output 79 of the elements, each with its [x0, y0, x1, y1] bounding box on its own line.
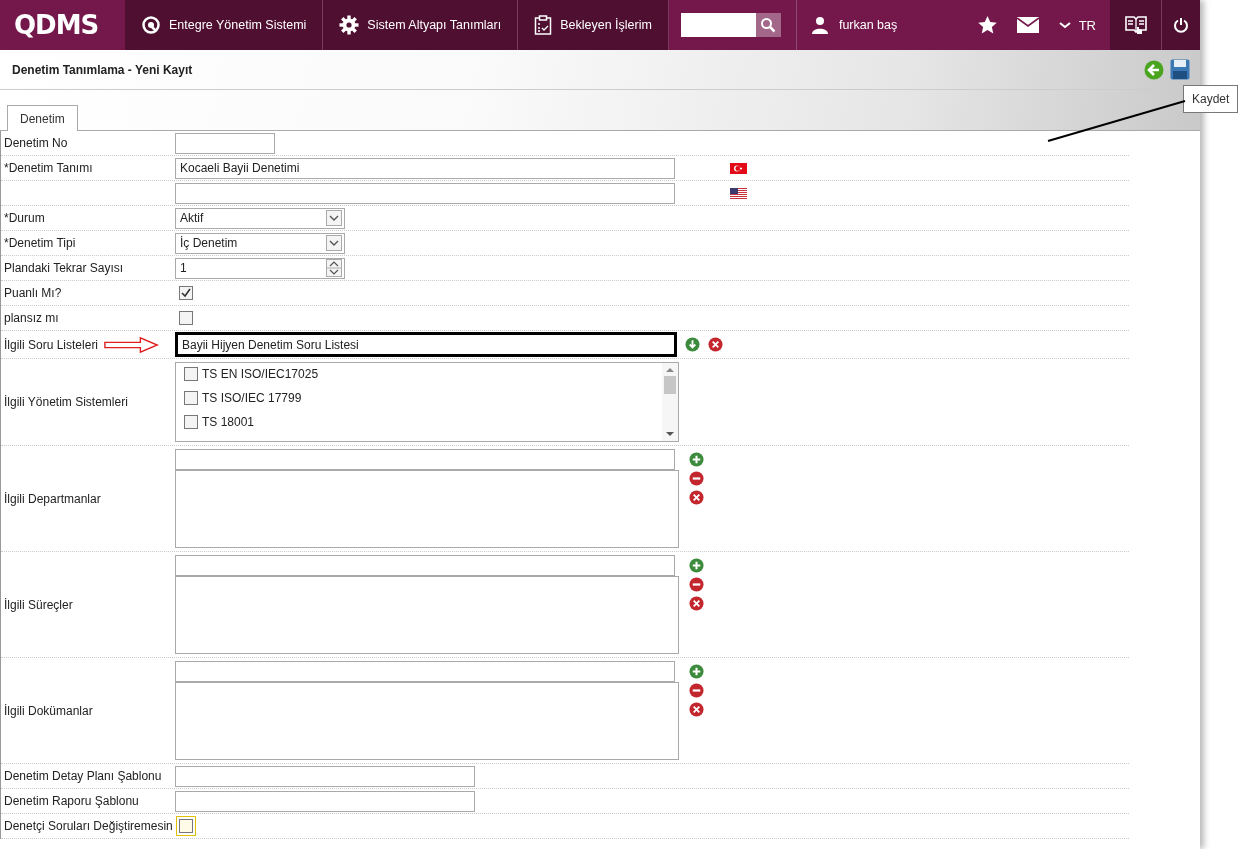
search-field[interactable] [175, 449, 675, 470]
checkbox[interactable] [179, 311, 193, 325]
save-icon[interactable] [1170, 59, 1190, 80]
logo[interactable]: QDMS [14, 10, 99, 40]
scroll-down-icon[interactable] [666, 431, 674, 437]
field-label: Plandaki Tekrar Sayısı [4, 261, 124, 275]
remove-icon[interactable] [689, 577, 704, 592]
scroll-up-icon[interactable] [666, 367, 674, 373]
tooltip: Kaydet [1183, 85, 1239, 113]
mail-icon[interactable] [1016, 17, 1039, 33]
page-title: Denetim Tanımlama - Yeni Kayıt [12, 62, 193, 77]
download-icon[interactable] [685, 337, 700, 352]
delete-icon[interactable] [689, 596, 704, 611]
field-label: İlgili Soru Listeleri [4, 337, 99, 352]
chevron-down-icon [1058, 21, 1071, 29]
field-label: İlgili Departmanlar [4, 491, 101, 506]
field-label: Denetim Detay Planı Şablonu [4, 769, 162, 783]
spinner-icon[interactable] [326, 259, 342, 277]
language-selector[interactable]: TR [1058, 17, 1096, 33]
nav-menu-item[interactable]: Entegre Yönetim Sistemi [125, 0, 324, 50]
field-label: İlgili Süreçler [4, 597, 73, 612]
flag-icon[interactable] [730, 187, 747, 199]
star-icon[interactable] [977, 16, 997, 34]
settings-icon [339, 15, 360, 35]
field-label: *Denetim Tanımı [4, 161, 93, 175]
q-logo-icon [141, 15, 161, 35]
delete-icon[interactable] [708, 337, 723, 352]
search-field[interactable] [175, 555, 675, 576]
search-field[interactable] [175, 661, 675, 682]
chevron-down-icon [326, 210, 342, 226]
nav-menu-item[interactable]: Bekleyen İşlerim [518, 0, 669, 50]
user-icon [810, 16, 829, 34]
checkbox[interactable] [179, 819, 193, 833]
checkbox-option[interactable]: TS EN ISO/IEC17025 [184, 367, 662, 381]
dropdown[interactable]: İç Denetim [175, 232, 345, 254]
tab[interactable]: Denetim [7, 105, 78, 131]
field-label: Denetim Raporu Şablonu [4, 794, 139, 808]
add-icon[interactable] [689, 452, 704, 467]
flag-icon[interactable] [730, 162, 747, 174]
text-field[interactable] [175, 765, 475, 787]
field-label: Denetçi Soruları Değiştiremesin [4, 819, 173, 833]
text-field[interactable]: Kocaeli Bayii Denetimi [175, 157, 675, 179]
user-menu[interactable]: furkan baş [810, 16, 898, 34]
search-button[interactable] [755, 13, 781, 37]
selection-list[interactable] [175, 470, 679, 548]
clipboard-icon [534, 15, 553, 35]
text-field[interactable] [175, 132, 275, 154]
nav-menu-item[interactable]: Sistem Altyapı Tanımları [323, 0, 519, 50]
number-field[interactable]: 1 [175, 257, 345, 279]
arrow-icon [104, 335, 160, 354]
add-icon[interactable] [689, 664, 704, 679]
chevron-down-icon [326, 235, 342, 251]
add-icon[interactable] [689, 558, 704, 573]
remove-icon[interactable] [689, 683, 704, 698]
field-label: İlgili Dokümanlar [4, 703, 93, 718]
scrollbar-thumb[interactable] [664, 376, 676, 394]
field-label: Denetim No [4, 136, 68, 150]
dropdown[interactable]: Aktif [175, 207, 345, 229]
selection-list[interactable] [175, 682, 679, 760]
field-label: Puanlı Mı? [4, 286, 62, 300]
delete-icon[interactable] [689, 702, 704, 717]
scrollbar[interactable] [662, 363, 678, 441]
checkbox-option[interactable]: TS ISO/IEC 17799 [184, 391, 662, 405]
back-icon[interactable] [1144, 59, 1164, 80]
text-field[interactable] [175, 790, 475, 812]
field-label: *Durum [4, 211, 45, 225]
selection-list[interactable] [175, 576, 679, 654]
checkbox-option[interactable]: TS 18001 [184, 415, 662, 429]
text-field[interactable] [175, 182, 675, 204]
lookup-field[interactable]: Bayii Hijyen Denetim Soru Listesi [175, 332, 677, 357]
book-icon[interactable] [1124, 14, 1147, 36]
remove-icon[interactable] [689, 471, 704, 486]
field-label: plansız mı [4, 311, 59, 325]
search-field[interactable] [680, 13, 756, 37]
field-label: İlgili Yönetim Sistemleri [4, 395, 128, 409]
checkbox[interactable] [179, 286, 193, 300]
power-icon[interactable] [1173, 17, 1189, 33]
field-label: *Denetim Tipi [4, 236, 76, 250]
delete-icon[interactable] [689, 490, 704, 505]
